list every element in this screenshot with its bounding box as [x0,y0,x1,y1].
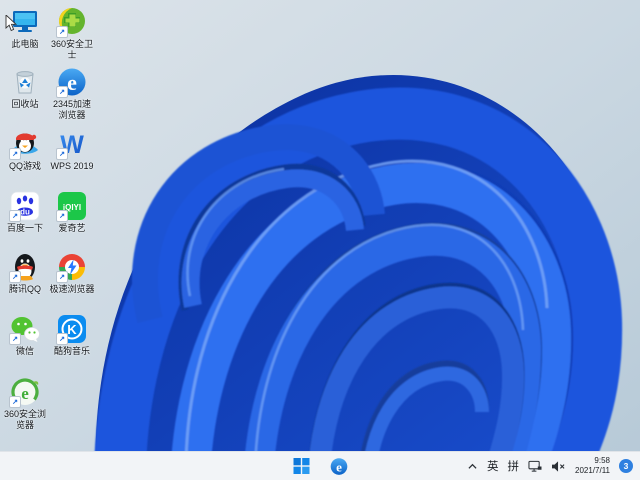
360-safety-icon [56,6,88,38]
icon-label: 极速浏览器 [49,284,95,294]
shortcut-arrow-overlay [56,271,68,283]
clock[interactable]: 9:58 2021/7/11 [575,456,610,476]
tencent-qq-icon [9,251,41,283]
shortcut-arrow-overlay [56,210,68,222]
ime-pinyin-indicator[interactable]: 拼 [508,458,520,474]
desktop-icon-360-safety[interactable]: 360安全卫士 [49,6,95,61]
svg-text:e: e [67,70,77,95]
desktop-icon-speed-browser[interactable]: 极速浏览器 [49,251,95,295]
shortcut-arrow-overlay [9,210,21,222]
desktop: 此电脑 360安全卫士 回收站 [0,0,640,480]
kugou-icon: K [56,313,88,345]
icon-label: 爱奇艺 [58,223,86,233]
icon-label: QQ游戏 [8,161,41,171]
clock-time: 9:58 [594,456,610,465]
icon-label: 回收站 [11,99,39,109]
desktop-icon-kugou[interactable]: K 酷狗音乐 [49,313,95,357]
desktop-icon-qq-games[interactable]: QQ游戏 [2,128,48,172]
wps-icon: W [56,128,88,160]
baidu-icon: du [9,190,41,222]
svg-text:e: e [21,384,29,403]
volume-muted-icon[interactable] [551,460,566,473]
icon-label: WPS 2019 [50,161,94,171]
recycle-bin-icon [9,66,41,98]
icon-label: 2345加速浏览器 [52,99,92,120]
blue-e-browser-icon: e [330,457,347,475]
windows-logo-icon [293,458,310,474]
icon-label: 此电脑 [11,39,39,49]
shortcut-arrow-overlay [56,26,68,38]
desktop-icon-iqiyi[interactable]: iQIYI 爱奇艺 [49,190,95,234]
browser-taskbar-button[interactable]: e [328,455,350,477]
icon-label: 百度一下 [6,223,43,233]
desktop-icon-wps[interactable]: W WPS 2019 [49,128,95,172]
icon-label: 360安全浏览器 [3,409,47,430]
taskbar: e 英 拼 9:58 2021/7/11 3 [0,451,640,480]
network-icon[interactable] [528,460,542,473]
svg-text:K: K [67,322,77,337]
mouse-cursor [5,15,17,32]
shortcut-arrow-overlay [56,333,68,345]
desktop-icon-360-browser[interactable]: e 360安全浏览器 [2,376,48,431]
2345-browser-icon: e [56,66,88,98]
svg-text:e: e [336,459,342,474]
ime-english-indicator[interactable]: 英 [487,458,499,474]
desktop-icon-tencent-qq[interactable]: 腾讯QQ [2,251,48,295]
icon-label: 360安全卫士 [50,39,94,60]
shortcut-arrow-overlay [9,148,21,160]
taskbar-center: e [291,452,350,480]
shortcut-arrow-overlay [9,271,21,283]
wallpaper-bloom [0,0,640,480]
desktop-icon-recycle-bin[interactable]: 回收站 [2,66,48,110]
desktop-icon-baidu[interactable]: du 百度一下 [2,190,48,234]
shortcut-arrow-overlay [56,86,68,98]
iqiyi-icon: iQIYI [56,190,88,222]
shortcut-arrow-overlay [56,148,68,160]
hidden-icons-chevron-icon[interactable] [467,462,478,471]
shortcut-arrow-overlay [9,396,21,408]
start-button[interactable] [291,455,313,477]
desktop-icon-wechat[interactable]: 微信 [2,313,48,357]
svg-text:du: du [20,208,30,217]
desktop-icon-2345-browser[interactable]: e 2345加速浏览器 [49,66,95,121]
clock-date: 2021/7/11 [575,466,610,475]
360-browser-icon: e [9,376,41,408]
icon-label: 酷狗音乐 [53,346,90,356]
icon-label: 微信 [15,346,34,356]
taskbar-tray: 英 拼 9:58 2021/7/11 3 [467,452,633,480]
shortcut-arrow-overlay [9,333,21,345]
speed-browser-icon [56,251,88,283]
qq-games-icon [9,128,41,160]
icon-label: 腾讯QQ [8,284,41,294]
notification-badge[interactable]: 3 [619,459,633,473]
wechat-icon [9,313,41,345]
